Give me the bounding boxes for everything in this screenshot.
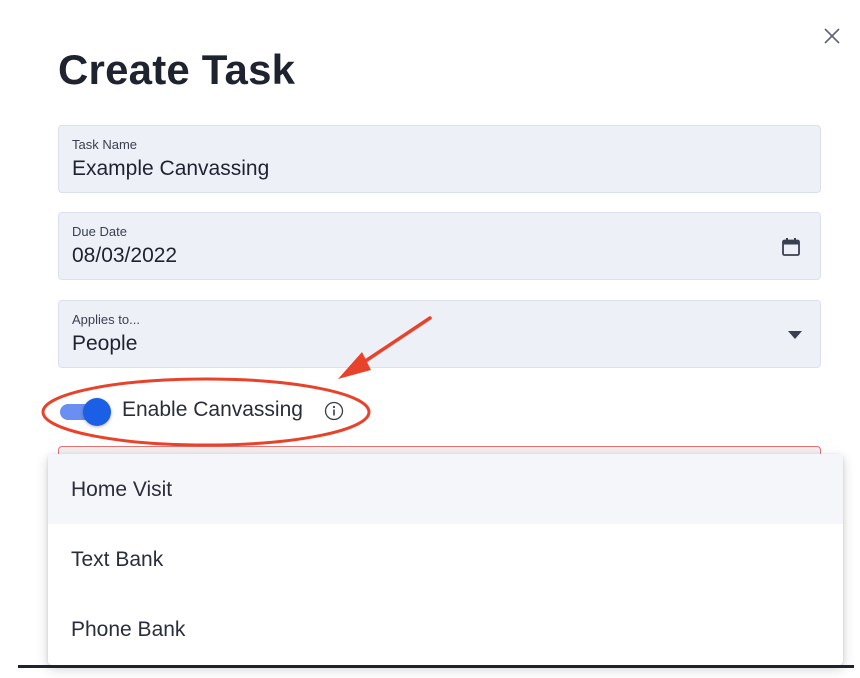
task-name-value[interactable]: Example Canvassing	[72, 157, 269, 181]
applies-to-select[interactable]: Applies to... People	[58, 300, 821, 368]
enable-canvassing-toggle[interactable]	[58, 398, 112, 426]
menu-item-home-visit[interactable]: Home Visit	[48, 454, 843, 524]
dialog-title: Create Task	[58, 46, 296, 93]
menu-item-label: Phone Bank	[71, 618, 186, 641]
caret-down-icon[interactable]	[788, 331, 802, 339]
menu-item-text-bank[interactable]: Text Bank	[48, 524, 843, 594]
applies-to-value: People	[72, 332, 138, 355]
due-date-field[interactable]: Due Date 08/03/2022	[58, 212, 821, 280]
menu-item-phone-bank[interactable]: Phone Bank	[48, 594, 843, 664]
canvassing-type-menu: Home Visit Text Bank Phone Bank	[48, 454, 843, 665]
close-icon[interactable]	[818, 22, 846, 50]
menu-item-label: Text Bank	[71, 548, 164, 571]
due-date-label: Due Date	[72, 224, 127, 239]
due-date-value[interactable]: 08/03/2022	[72, 244, 177, 268]
applies-to-label: Applies to...	[72, 312, 140, 327]
calendar-icon[interactable]	[781, 237, 801, 257]
toggle-knob	[83, 398, 111, 426]
create-task-dialog: Create Task Task Name Example Canvassing…	[0, 0, 860, 678]
menu-item-label: Home Visit	[71, 478, 173, 501]
task-name-field[interactable]: Task Name Example Canvassing	[58, 125, 821, 193]
task-name-label: Task Name	[72, 137, 138, 152]
bottom-divider	[18, 665, 854, 668]
info-icon[interactable]	[324, 401, 344, 421]
enable-canvassing-label: Enable Canvassing	[122, 398, 303, 421]
